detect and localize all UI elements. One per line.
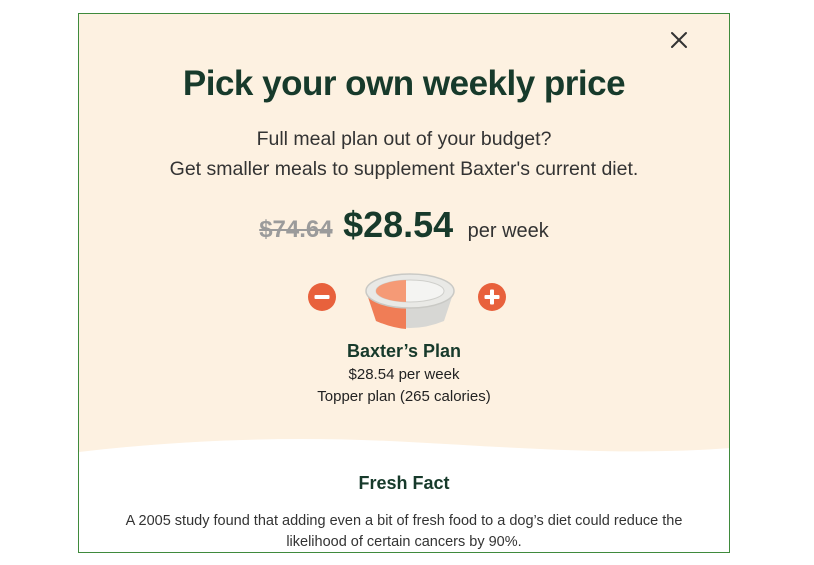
price-row: $74.64 $28.54 per week — [79, 204, 729, 246]
fresh-fact-title: Fresh Fact — [358, 473, 450, 493]
original-price: $74.64 — [259, 216, 333, 243]
plan-price: $28.54 per week — [348, 366, 460, 383]
price-unit: per week — [467, 220, 549, 242]
minus-circle-icon[interactable] — [307, 282, 337, 312]
plan-name: Baxter’s Plan — [346, 341, 462, 361]
current-price: $28.54 — [343, 204, 454, 245]
plus-circle-icon[interactable] — [477, 282, 507, 312]
dog-bowl-icon — [365, 273, 455, 329]
close-icon[interactable] — [669, 30, 689, 50]
plan-description: Topper plan (265 calories) — [317, 388, 491, 405]
fresh-fact-text: A 2005 study found that adding even a bi… — [125, 513, 683, 550]
modal-title: Pick your own weekly price — [182, 64, 626, 103]
increase-portion-button[interactable] — [477, 282, 507, 312]
decrease-portion-button[interactable] — [307, 282, 337, 312]
price-modal: Pick your own weekly price Full meal pla… — [78, 13, 730, 553]
subtitle-line-2: Get smaller meals to supplement Baxter's… — [169, 158, 639, 180]
close-button[interactable] — [669, 30, 689, 50]
subtitle-line-1: Full meal plan out of your budget? — [256, 128, 552, 150]
